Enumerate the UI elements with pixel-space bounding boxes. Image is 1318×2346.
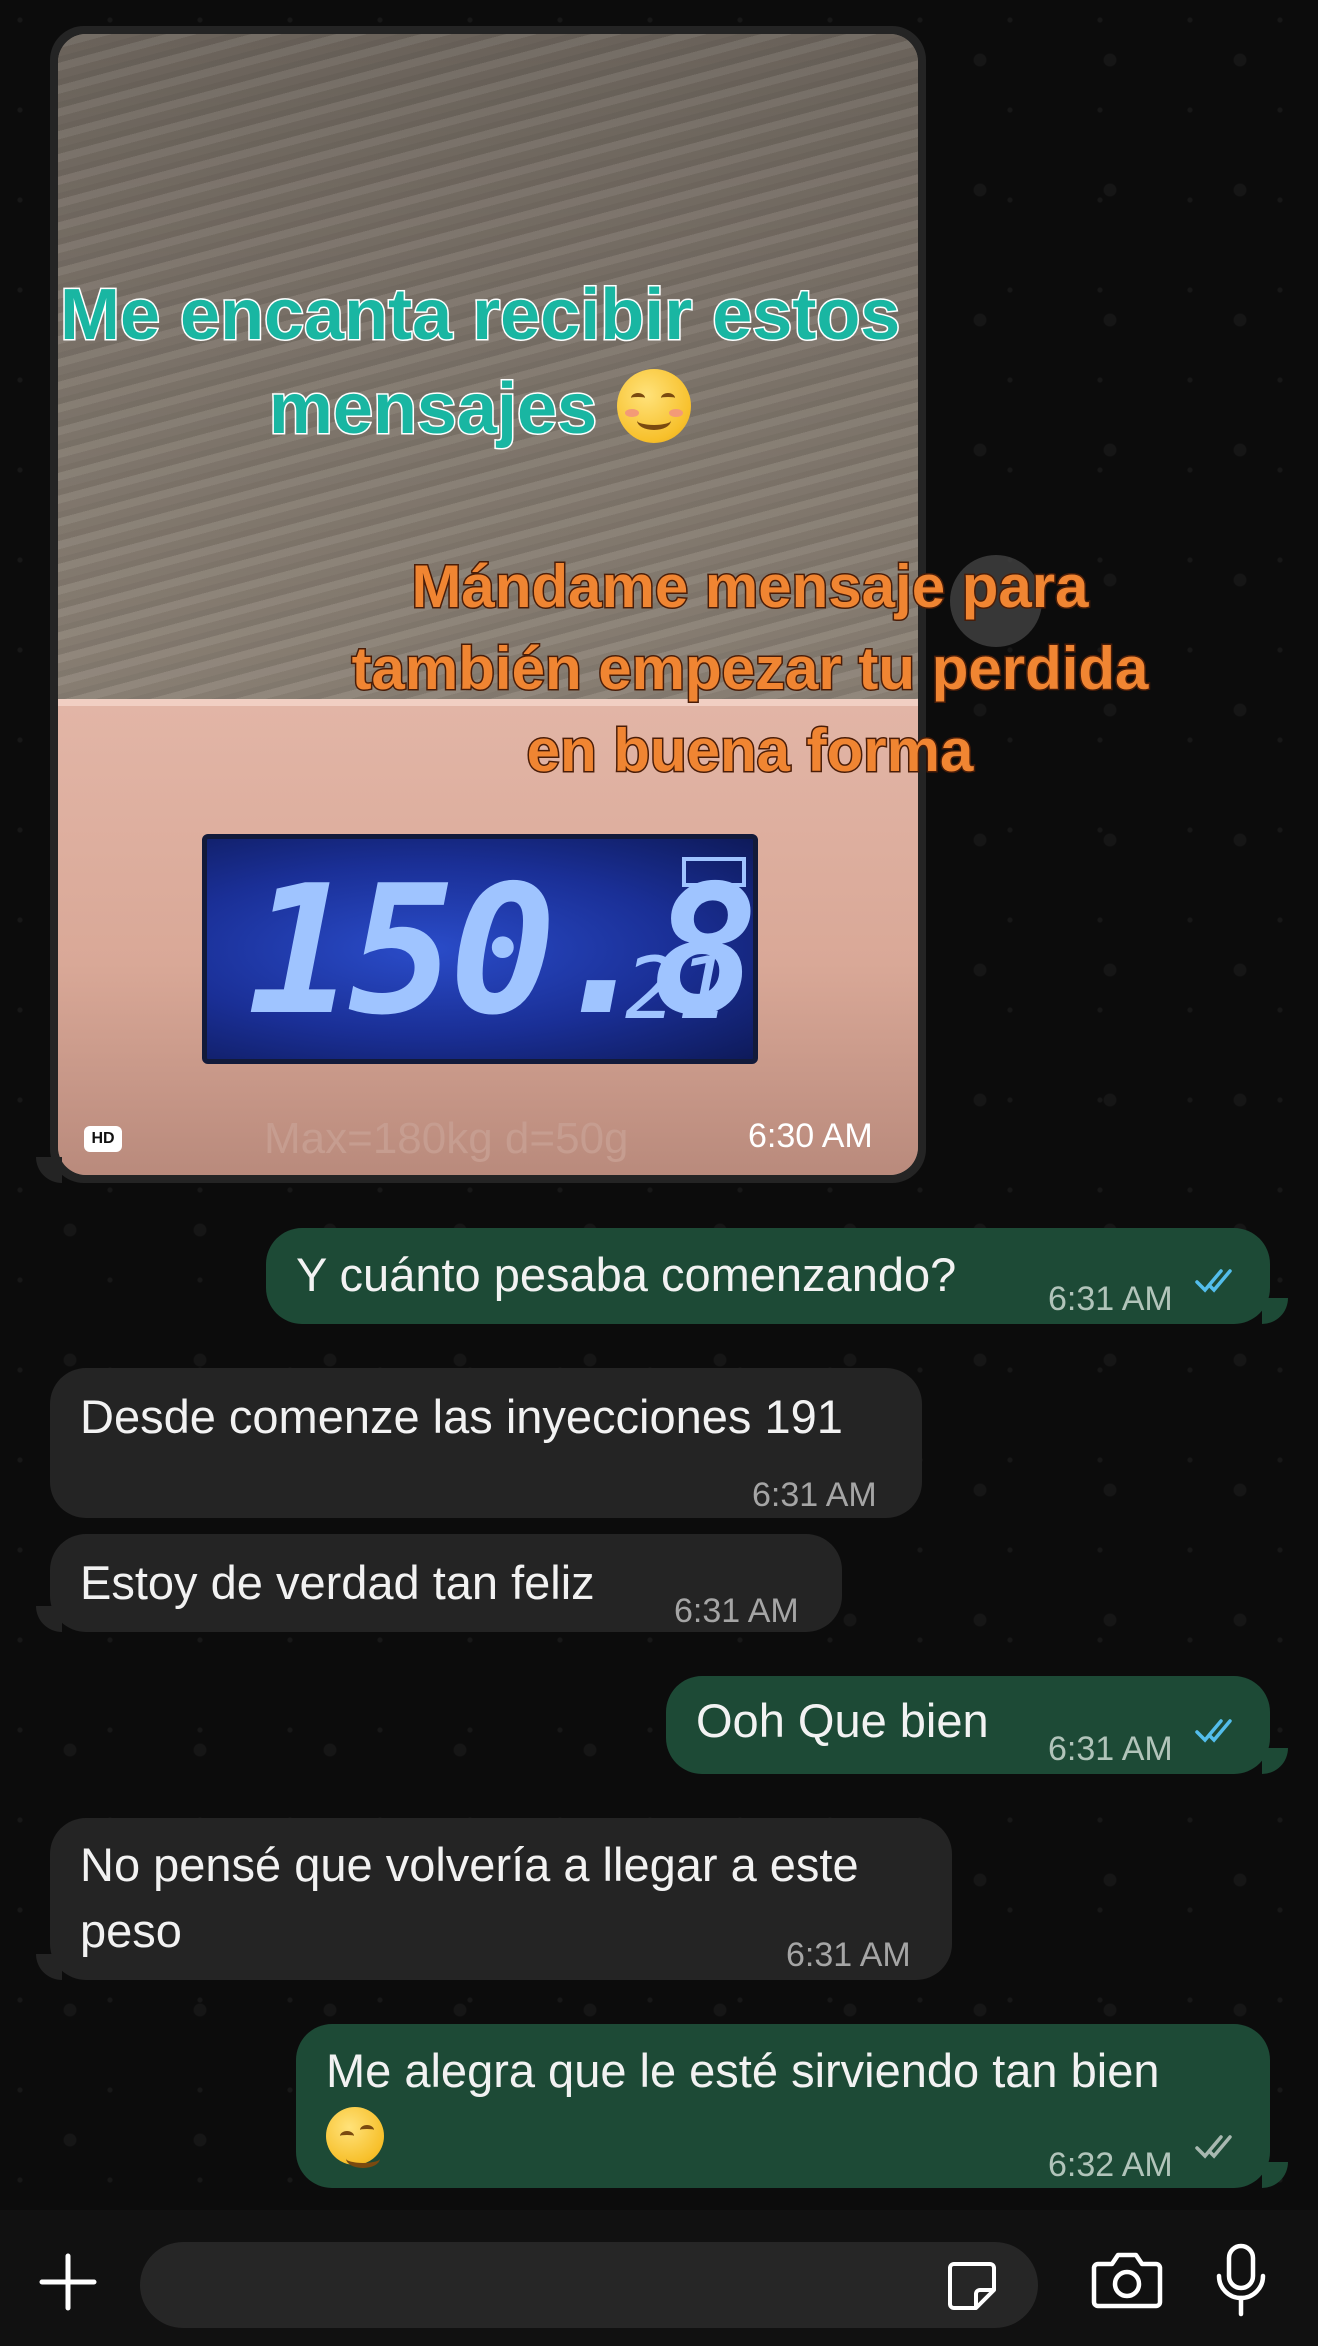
overlay-caption-teal: Me encanta recibir estos mensajes — [59, 268, 902, 456]
overlay-caption-orange: Mándame mensaje para también empezar tu … — [300, 546, 1200, 792]
overlay-teal-line2-row: mensajes — [60, 362, 780, 456]
message-time: 6:31 AM — [1048, 1730, 1173, 1768]
message-bubble-incoming[interactable]: Estoy de verdad tan feliz 6:31 AM — [50, 1534, 842, 1632]
smiling-face-emoji-icon — [326, 2107, 384, 2168]
message-input[interactable] — [140, 2242, 1038, 2328]
overlay-orange-line3: en buena forma — [525, 716, 975, 786]
message-text: Ooh Que bien — [696, 1694, 989, 1747]
message-emoji-row — [326, 2106, 384, 2172]
scale-display: 150.8 21 — [202, 834, 759, 1064]
overlay-teal-line1: Me encanta recibir estos — [59, 274, 902, 357]
message-bubble-outgoing[interactable]: Ooh Que bien 6:31 AM — [666, 1676, 1270, 1774]
read-ticks-icon — [1195, 1719, 1232, 1743]
message-time: 6:31 AM — [786, 1936, 911, 1974]
camera-icon[interactable] — [1090, 2250, 1164, 2310]
smiling-face-emoji-icon — [617, 369, 692, 443]
message-time: 6:31 AM — [752, 1476, 877, 1514]
input-bar — [0, 2210, 1318, 2346]
message-text: Desde comenze las inyecciones 191 — [80, 1390, 843, 1443]
hd-badge: HD — [84, 1126, 122, 1152]
plus-icon[interactable] — [36, 2250, 100, 2314]
battery-icon — [682, 857, 746, 887]
message-time: 6:32 AM — [1048, 2146, 1173, 2184]
read-ticks-icon — [1195, 1269, 1232, 1293]
message-time: 6:31 AM — [674, 1592, 799, 1630]
message-text-line2: peso — [80, 1904, 182, 1957]
message-text-line1: Me alegra que le esté sirviendo tan bien — [326, 2044, 1160, 2097]
message-time: 6:31 AM — [1048, 1280, 1173, 1318]
message-text-line1: No pensé que volvería a llegar a este — [80, 1838, 859, 1891]
message-text: Estoy de verdad tan feliz — [80, 1556, 595, 1609]
overlay-orange-line2: también empezar tu perdida — [350, 634, 1150, 704]
scale-small-reading: 21 — [625, 939, 729, 1039]
message-bubble-incoming[interactable]: No pensé que volvería a llegar a este pe… — [50, 1818, 952, 1980]
scale-label: Max=180kg d=50g — [264, 1114, 629, 1163]
message-bubble-incoming[interactable]: Desde comenze las inyecciones 191 6:31 A… — [50, 1368, 922, 1518]
sticker-icon[interactable] — [944, 2258, 1000, 2314]
overlay-teal-line2: mensajes — [267, 368, 598, 451]
message-bubble-outgoing[interactable]: Y cuánto pesaba comenzando? 6:31 AM — [266, 1228, 1270, 1324]
delivered-ticks-icon — [1195, 2135, 1232, 2159]
overlay-orange-line1: Mándame mensaje para — [410, 552, 1090, 622]
message-text: Y cuánto pesaba comenzando? — [296, 1248, 957, 1301]
microphone-icon[interactable] — [1214, 2242, 1268, 2318]
media-time: 6:30 AM — [748, 1117, 873, 1155]
message-bubble-outgoing[interactable]: Me alegra que le esté sirviendo tan bien… — [296, 2024, 1270, 2188]
